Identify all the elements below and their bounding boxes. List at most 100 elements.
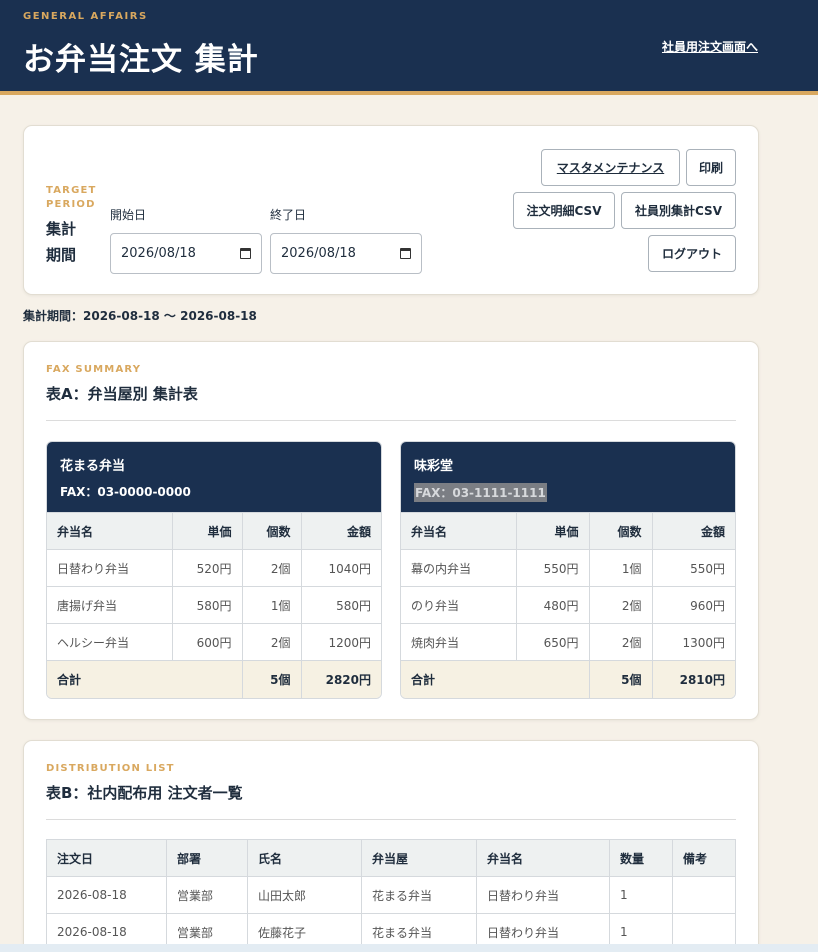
start-date-value: 2026/08/18 xyxy=(121,246,196,261)
start-date-input[interactable]: 2026/08/18 xyxy=(110,233,262,274)
vendor-name: 味彩堂 xyxy=(414,459,454,474)
table-cell: 550円 xyxy=(651,549,735,587)
table-cell: 2個 xyxy=(588,623,653,661)
table-cell: 営業部 xyxy=(166,876,248,914)
end-date-field: 終了日 2026/08/18 xyxy=(270,206,422,274)
order-detail-csv-button[interactable]: 注文明細CSV xyxy=(513,192,615,229)
table-cell: 2個 xyxy=(588,586,653,624)
distribution-title: 表B：社内配布用 注文者一覧 xyxy=(46,784,243,802)
fax-summary-card: FAX SUMMARY 表A：弁当屋別 集計表 花まる弁当 FAX：03-000… xyxy=(23,341,759,720)
bottom-scroll-strip xyxy=(0,944,818,952)
calendar-icon[interactable] xyxy=(240,248,251,259)
col-header: 弁当屋 xyxy=(361,839,477,877)
total-label: 合計 xyxy=(401,660,590,698)
header-eyebrow: GENERAL AFFAIRS xyxy=(23,11,148,22)
print-button[interactable]: 印刷 xyxy=(686,149,736,186)
col-header: 数量 xyxy=(609,839,673,877)
calendar-icon[interactable] xyxy=(400,248,411,259)
table-cell: 2個 xyxy=(241,549,302,587)
table-cell: 550円 xyxy=(515,549,590,587)
end-date-value: 2026/08/18 xyxy=(281,246,356,261)
divider xyxy=(46,819,736,820)
table-cell: 日替わり弁当 xyxy=(476,876,610,914)
table-cell: 520円 xyxy=(171,549,243,587)
period-eyebrow: TARGET PERIOD xyxy=(46,185,97,210)
table-cell: 2026-08-18 xyxy=(46,876,167,914)
table-cell: のり弁当 xyxy=(401,586,517,624)
table-cell: 1個 xyxy=(241,586,302,624)
total-label: 合計 xyxy=(47,660,243,698)
end-date-label: 終了日 xyxy=(270,208,307,222)
employee-order-link[interactable]: 社員用注文画面へ xyxy=(662,38,758,55)
table-cell: 600円 xyxy=(171,623,243,661)
master-maintenance-button[interactable]: マスタメンテナンス xyxy=(541,149,680,186)
vendor-table-ajisaido: 味彩堂 FAX：03-1111-1111 弁当名 単価 個数 金額 幕の内弁当 … xyxy=(400,441,736,699)
table-cell xyxy=(672,876,736,914)
table-cell: 1個 xyxy=(588,549,653,587)
start-date-field: 開始日 2026/08/18 xyxy=(110,206,262,274)
distribution-card: DISTRIBUTION LIST 表B：社内配布用 注文者一覧 注文日 部署 … xyxy=(23,740,759,952)
distribution-eyebrow: DISTRIBUTION LIST xyxy=(46,763,175,774)
table-cell: 1300円 xyxy=(651,623,735,661)
total-row: 合計 5個 2820円 xyxy=(47,660,381,698)
col-header: 個数 xyxy=(588,512,653,550)
col-header: 注文日 xyxy=(46,839,167,877)
col-header: 個数 xyxy=(241,512,302,550)
table-cell: 480円 xyxy=(515,586,590,624)
vendor-fax: FAX：03-1111-1111 xyxy=(414,483,547,502)
employee-summary-csv-button[interactable]: 社員別集計CSV xyxy=(621,192,736,229)
vendor-name: 花まる弁当 xyxy=(60,459,126,474)
table-cell: 580円 xyxy=(171,586,243,624)
table-cell: 650円 xyxy=(515,623,590,661)
total-row: 合計 5個 2810円 xyxy=(401,660,735,698)
vendor-table-hanamaru: 花まる弁当 FAX：03-0000-0000 弁当名 単価 個数 金額 日替わり… xyxy=(46,441,382,699)
fax-summary-title: 表A：弁当屋別 集計表 xyxy=(46,385,198,403)
table-row: 焼肉弁当 650円 2個 1300円 xyxy=(401,623,735,661)
end-date-input[interactable]: 2026/08/18 xyxy=(270,233,422,274)
table-cell: 1 xyxy=(609,876,673,914)
period-label: TARGET PERIOD 集計期間 xyxy=(46,184,106,268)
table-row: ヘルシー弁当 600円 2個 1200円 xyxy=(47,623,381,661)
table-cell: 960円 xyxy=(651,586,735,624)
period-summary-text: 集計期間：2026-08-18 〜 2026-08-18 xyxy=(23,309,257,323)
table-cell: ヘルシー弁当 xyxy=(47,623,173,661)
table-header-row: 弁当名 単価 個数 金額 xyxy=(47,512,381,550)
start-date-label: 開始日 xyxy=(110,208,147,222)
table-cell: 1040円 xyxy=(300,549,381,587)
page-title: お弁当注文 集計 xyxy=(23,42,259,78)
table-row: 日替わり弁当 520円 2個 1040円 xyxy=(47,549,381,587)
fax-summary-eyebrow: FAX SUMMARY xyxy=(46,364,142,375)
table-row: 唐揚げ弁当 580円 1個 580円 xyxy=(47,586,381,624)
col-header: 備考 xyxy=(672,839,736,877)
table-cell: 花まる弁当 xyxy=(361,876,477,914)
table-header-row: 弁当名 単価 個数 金額 xyxy=(401,512,735,550)
table-cell: 唐揚げ弁当 xyxy=(47,586,173,624)
vendor-summary-table: 弁当名 単価 個数 金額 幕の内弁当 550円 1個 550円 のり弁当 480… xyxy=(401,512,735,698)
table-row: 幕の内弁当 550円 1個 550円 xyxy=(401,549,735,587)
col-header: 金額 xyxy=(651,512,735,550)
vendor-fax: FAX：03-0000-0000 xyxy=(60,485,191,499)
col-header: 単価 xyxy=(515,512,590,550)
vendor-summary-table: 弁当名 単価 個数 金額 日替わり弁当 520円 2個 1040円 唐揚げ弁当 … xyxy=(47,512,381,698)
divider xyxy=(46,420,736,421)
table-cell: 日替わり弁当 xyxy=(47,549,173,587)
col-header: 金額 xyxy=(300,512,381,550)
table-header-row: 注文日 部署 氏名 弁当屋 弁当名 数量 備考 xyxy=(46,839,736,877)
distribution-table: 注文日 部署 氏名 弁当屋 弁当名 数量 備考 2026-08-18 営業部 山… xyxy=(46,839,736,951)
logout-button[interactable]: ログアウト xyxy=(648,235,736,272)
table-row: のり弁当 480円 2個 960円 xyxy=(401,586,735,624)
table-row: 2026-08-18 営業部 山田太郎 花まる弁当 日替わり弁当 1 xyxy=(46,876,736,914)
total-count: 5個 xyxy=(588,660,653,698)
table-cell: 2個 xyxy=(241,623,302,661)
col-header: 弁当名 xyxy=(47,512,173,550)
table-cell: 1200円 xyxy=(300,623,381,661)
table-cell: 山田太郎 xyxy=(247,876,362,914)
col-header: 単価 xyxy=(171,512,243,550)
period-card: TARGET PERIOD 集計期間 開始日 2026/08/18 終了日 20… xyxy=(23,125,759,295)
total-amount: 2810円 xyxy=(651,660,735,698)
table-cell: 幕の内弁当 xyxy=(401,549,517,587)
total-count: 5個 xyxy=(241,660,302,698)
col-header: 部署 xyxy=(166,839,248,877)
col-header: 弁当名 xyxy=(476,839,610,877)
total-amount: 2820円 xyxy=(300,660,381,698)
